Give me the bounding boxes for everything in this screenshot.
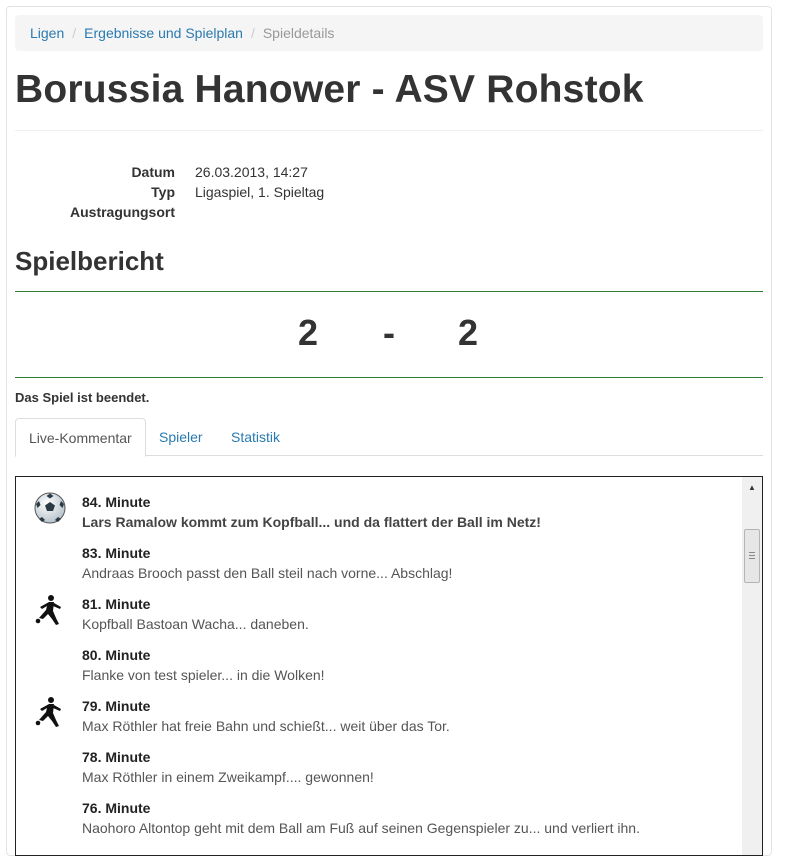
player-kick-icon — [35, 697, 61, 727]
detail-label: Typ — [151, 184, 175, 200]
tab-statistik[interactable]: Statistik — [218, 418, 293, 456]
grip-line — [749, 555, 755, 556]
live-commentary-feed[interactable]: 84. Minute Lars Ramalow kommt zum Kopfba… — [15, 476, 763, 856]
comment-text: Max Röthler in einem Zweikampf.... gewon… — [82, 769, 374, 785]
comment-text: Lars Ramalow kommt zum Kopfball... und d… — [82, 514, 541, 530]
score-away: 2 — [458, 312, 479, 353]
breadcrumb-link-ergebnisse[interactable]: Ergebnisse und Spielplan — [84, 25, 243, 41]
scroll-up-arrow-icon[interactable]: ▲ — [742, 477, 762, 497]
match-status: Das Spiel ist beendet. — [15, 390, 150, 405]
player-kick-icon — [35, 595, 61, 625]
comment-minute: 76. Minute — [82, 800, 151, 816]
breadcrumb-link-ligen[interactable]: Ligen — [30, 25, 64, 41]
comment-minute: 80. Minute — [82, 647, 151, 663]
comment-minute: 78. Minute — [82, 749, 151, 765]
comment-text: Andraas Brooch passt den Ball steil nach… — [82, 565, 453, 581]
detail-label: Austragungsort — [70, 204, 175, 220]
score-divider-bottom — [15, 377, 763, 378]
detail-label: Datum — [131, 164, 175, 180]
detail-row-venue: Austragungsort — [15, 202, 324, 222]
match-details: Datum 26.03.2013, 14:27 Typ Ligaspiel, 1… — [15, 162, 324, 222]
comment-text: Flanke von test spieler... in die Wolken… — [82, 667, 325, 683]
tab-bar: Live-Kommentar Spieler Statistik — [15, 418, 763, 457]
comment-text: Max Röthler hat freie Bahn und schießt..… — [82, 718, 450, 734]
breadcrumb-current: Spieldetails — [262, 25, 335, 41]
detail-value: 26.03.2013, 14:27 — [195, 164, 308, 180]
title-divider — [15, 130, 763, 131]
feed-scrollbar[interactable]: ▲ — [742, 477, 762, 855]
soccer-ball-icon — [34, 492, 66, 524]
page-title: Borussia Hanower - ASV Rohstok — [15, 68, 644, 111]
breadcrumb-separator: / — [250, 25, 255, 41]
score-home: 2 — [298, 312, 319, 353]
breadcrumb: Ligen / Ergebnisse und Spielplan / Spiel… — [15, 15, 763, 51]
comment-text: Naohoro Altontop geht mit dem Ball am Fu… — [82, 820, 640, 836]
section-heading: Spielbericht — [15, 246, 164, 276]
detail-value: Ligaspiel, 1. Spieltag — [195, 184, 325, 200]
grip-line — [749, 558, 755, 559]
tab-spieler[interactable]: Spieler — [146, 418, 216, 456]
breadcrumb-separator: / — [72, 25, 77, 41]
comment-minute: 81. Minute — [82, 596, 151, 612]
score-separator: - — [383, 312, 395, 353]
comment-minute: 79. Minute — [82, 698, 151, 714]
scrollbar-thumb[interactable] — [744, 529, 760, 583]
detail-row-date: Datum 26.03.2013, 14:27 — [15, 162, 324, 182]
tab-live-kommentar[interactable]: Live-Kommentar — [15, 418, 146, 457]
comment-minute: 83. Minute — [82, 545, 151, 561]
comment-text: Kopfball Bastoan Wacha... daneben. — [82, 616, 309, 632]
comment-minute: 84. Minute — [82, 494, 151, 510]
grip-line — [749, 552, 755, 553]
score-divider-top — [15, 291, 763, 292]
detail-row-type: Typ Ligaspiel, 1. Spieltag — [15, 182, 324, 202]
